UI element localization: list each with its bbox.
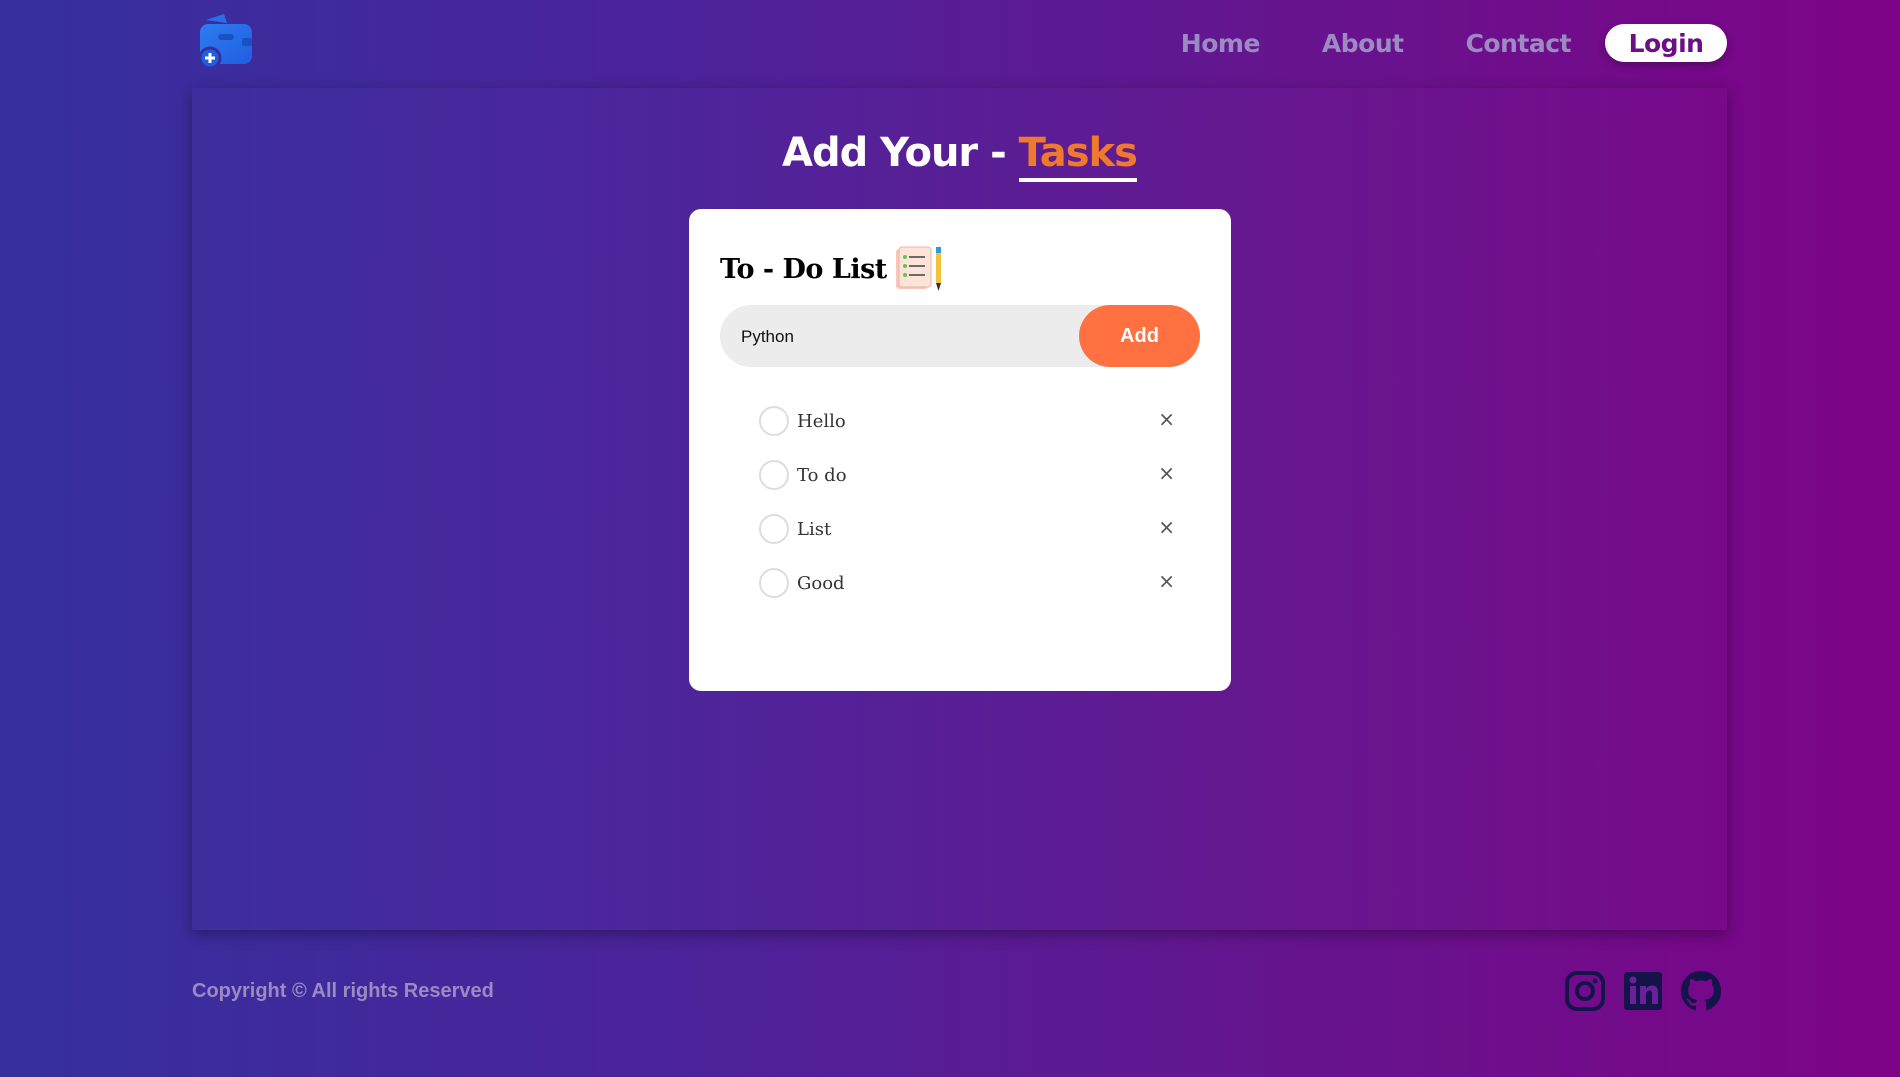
page-title: Add Your - Tasks (192, 130, 1727, 182)
add-task-button[interactable]: Add (1079, 305, 1200, 367)
checklist-icon (895, 246, 941, 291)
task-item[interactable]: To do × (759, 448, 1199, 502)
task-item[interactable]: Good × (759, 556, 1199, 610)
linkedin-icon[interactable] (1622, 970, 1664, 1012)
task-item[interactable]: List × (759, 502, 1199, 556)
main-nav: Home About Contact Login (1181, 24, 1727, 62)
task-input-row: Add (720, 305, 1200, 369)
checkbox-circle-icon[interactable] (759, 406, 789, 436)
checkbox-circle-icon[interactable] (759, 514, 789, 544)
nav-link-contact[interactable]: Contact (1466, 29, 1572, 58)
login-button[interactable]: Login (1605, 24, 1727, 62)
nav-link-about[interactable]: About (1322, 29, 1404, 58)
close-icon[interactable]: × (1158, 569, 1175, 593)
todo-title: To - Do List (720, 245, 945, 293)
close-icon[interactable]: × (1158, 515, 1175, 539)
task-text: To do (797, 464, 847, 486)
checkbox-circle-icon[interactable] (759, 568, 789, 598)
site-header: Home About Contact Login (192, 10, 1727, 78)
page-title-accent: Tasks (1018, 130, 1138, 182)
main-panel: Add Your - Tasks To - Do List Add (192, 88, 1727, 930)
copyright-text: Copyright © All rights Reserved (192, 980, 494, 1002)
github-icon[interactable] (1680, 970, 1722, 1012)
task-text: List (797, 518, 832, 540)
checkbox-circle-icon[interactable] (759, 460, 789, 490)
task-text: Hello (797, 410, 846, 432)
task-text: Good (797, 572, 845, 594)
todo-card: To - Do List Add Hello (689, 209, 1231, 691)
task-input[interactable] (739, 305, 1073, 369)
task-item[interactable]: Hello × (759, 394, 1199, 448)
todo-title-text: To - Do List (720, 253, 887, 285)
logo-icon[interactable] (196, 12, 256, 72)
close-icon[interactable]: × (1158, 461, 1175, 485)
nav-link-home[interactable]: Home (1181, 29, 1261, 58)
instagram-icon[interactable] (1564, 970, 1606, 1012)
close-icon[interactable]: × (1158, 407, 1175, 431)
task-list: Hello × To do × List × Good × (759, 394, 1199, 610)
social-links (1548, 970, 1722, 1012)
page-title-prefix: Add Your - (782, 130, 1019, 176)
